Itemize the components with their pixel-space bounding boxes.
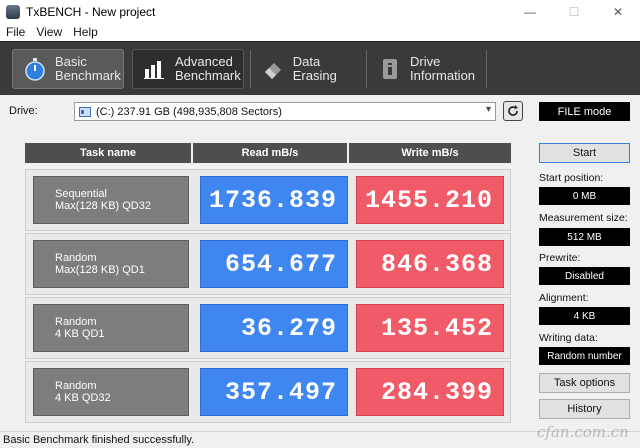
tab-drive-information[interactable]: Drive Information	[368, 49, 484, 89]
tab-basic-line2: Benchmark	[55, 68, 121, 83]
task-line2: Max(128 KB) QD1	[55, 264, 145, 276]
minimize-button[interactable]: —	[508, 0, 552, 23]
tab-drive-line2: Information	[410, 68, 476, 83]
window-controls: — ☐ ✕	[508, 0, 640, 23]
tab-divider	[366, 50, 367, 88]
writing-data-label: Writing data:	[539, 332, 598, 344]
window-title: TxBENCH - New project	[26, 4, 156, 19]
measurement-size-value: 512 MB	[539, 228, 630, 246]
header-write: Write mB/s	[349, 143, 511, 163]
start-position-value: 0 MB	[539, 187, 630, 205]
alignment-value: 4 KB	[539, 307, 630, 325]
task-line2: 4 KB QD1	[55, 328, 105, 340]
result-row-rnd-q1: Random Max(128 KB) QD1 654.677 846.368	[25, 233, 511, 295]
tab-divider	[486, 50, 487, 88]
tab-advanced-benchmark[interactable]: Advanced Benchmark	[132, 49, 244, 89]
prewrite-value: Disabled	[539, 267, 630, 285]
tab-advanced-line1: Advanced	[175, 54, 233, 69]
task-line1: Random	[55, 316, 97, 328]
write-value: 135.452	[356, 304, 504, 352]
start-position-label: Start position:	[539, 172, 604, 184]
write-value: 284.399	[356, 368, 504, 416]
task-line1: Sequential	[55, 188, 107, 200]
task-name: Random 4 KB QD1	[33, 304, 189, 352]
maximize-button[interactable]: ☐	[552, 0, 596, 23]
read-value: 1736.839	[200, 176, 348, 224]
result-row-4k-q1: Random 4 KB QD1 36.279 135.452	[25, 297, 511, 359]
result-row-4k-q32: Random 4 KB QD32 357.497 284.399	[25, 361, 511, 423]
drive-info-icon	[378, 57, 402, 81]
refresh-button[interactable]	[503, 101, 523, 121]
app-icon	[6, 4, 20, 19]
drive-select[interactable]: (C:) 237.91 GB (498,935,808 Sectors) ▾	[74, 102, 496, 121]
alignment-label: Alignment:	[539, 292, 589, 304]
refresh-icon	[508, 105, 518, 116]
menu-file[interactable]: File	[0, 25, 30, 39]
title-bar: TxBENCH - New project — ☐ ✕	[0, 0, 640, 23]
stopwatch-icon	[23, 57, 47, 81]
status-text: Basic Benchmark finished successfully.	[3, 434, 195, 446]
task-line1: Random	[55, 380, 97, 392]
task-name: Random Max(128 KB) QD1	[33, 240, 189, 288]
start-button[interactable]: Start	[539, 143, 630, 163]
tab-toolbar: Basic Benchmark Advanced Benchmark Data Er…	[0, 41, 640, 95]
history-button[interactable]: History	[539, 399, 630, 419]
disk-icon	[79, 106, 91, 117]
measurement-size-label: Measurement size:	[539, 212, 628, 224]
tab-data-erasing[interactable]: Data Erasing	[252, 49, 364, 89]
close-button[interactable]: ✕	[596, 0, 640, 23]
write-value: 1455.210	[356, 176, 504, 224]
results-header: Task name Read mB/s Write mB/s	[25, 143, 511, 163]
read-value: 654.677	[200, 240, 348, 288]
drive-label: Drive:	[9, 105, 38, 117]
task-line2: 4 KB QD32	[55, 392, 111, 404]
task-name: Random 4 KB QD32	[33, 368, 189, 416]
drive-value: (C:) 237.91 GB (498,935,808 Sectors)	[96, 105, 282, 118]
file-mode-indicator: FILE mode	[539, 102, 630, 121]
header-read: Read mB/s	[193, 143, 349, 163]
task-line1: Random	[55, 252, 97, 264]
prewrite-label: Prewrite:	[539, 252, 581, 264]
tab-basic-benchmark[interactable]: Basic Benchmark	[12, 49, 124, 89]
tab-divider	[250, 50, 251, 88]
read-value: 36.279	[200, 304, 348, 352]
task-options-button[interactable]: Task options	[539, 373, 630, 393]
watermark: cfan.com.cn	[537, 423, 629, 441]
task-line2: Max(128 KB) QD32	[55, 200, 151, 212]
menu-view[interactable]: View	[30, 25, 67, 39]
header-task-name: Task name	[25, 143, 193, 163]
tab-basic-line1: Basic	[55, 54, 87, 69]
tab-drive-line1: Drive	[410, 54, 441, 69]
writing-data-value: Random number	[539, 347, 630, 365]
tab-erasing-label: Data Erasing	[292, 54, 337, 83]
chevron-down-icon: ▾	[485, 104, 491, 115]
task-name: Sequential Max(128 KB) QD32	[33, 176, 189, 224]
menu-bar: File View Help	[0, 23, 640, 41]
result-row-seq-q32: Sequential Max(128 KB) QD32 1736.839 1455…	[25, 169, 511, 231]
bar-chart-icon	[143, 57, 167, 81]
read-value: 357.497	[200, 368, 348, 416]
write-value: 846.368	[356, 240, 504, 288]
eraser-icon	[262, 57, 285, 81]
menu-help[interactable]: Help	[67, 25, 103, 39]
tab-advanced-line2: Benchmark	[175, 68, 241, 83]
